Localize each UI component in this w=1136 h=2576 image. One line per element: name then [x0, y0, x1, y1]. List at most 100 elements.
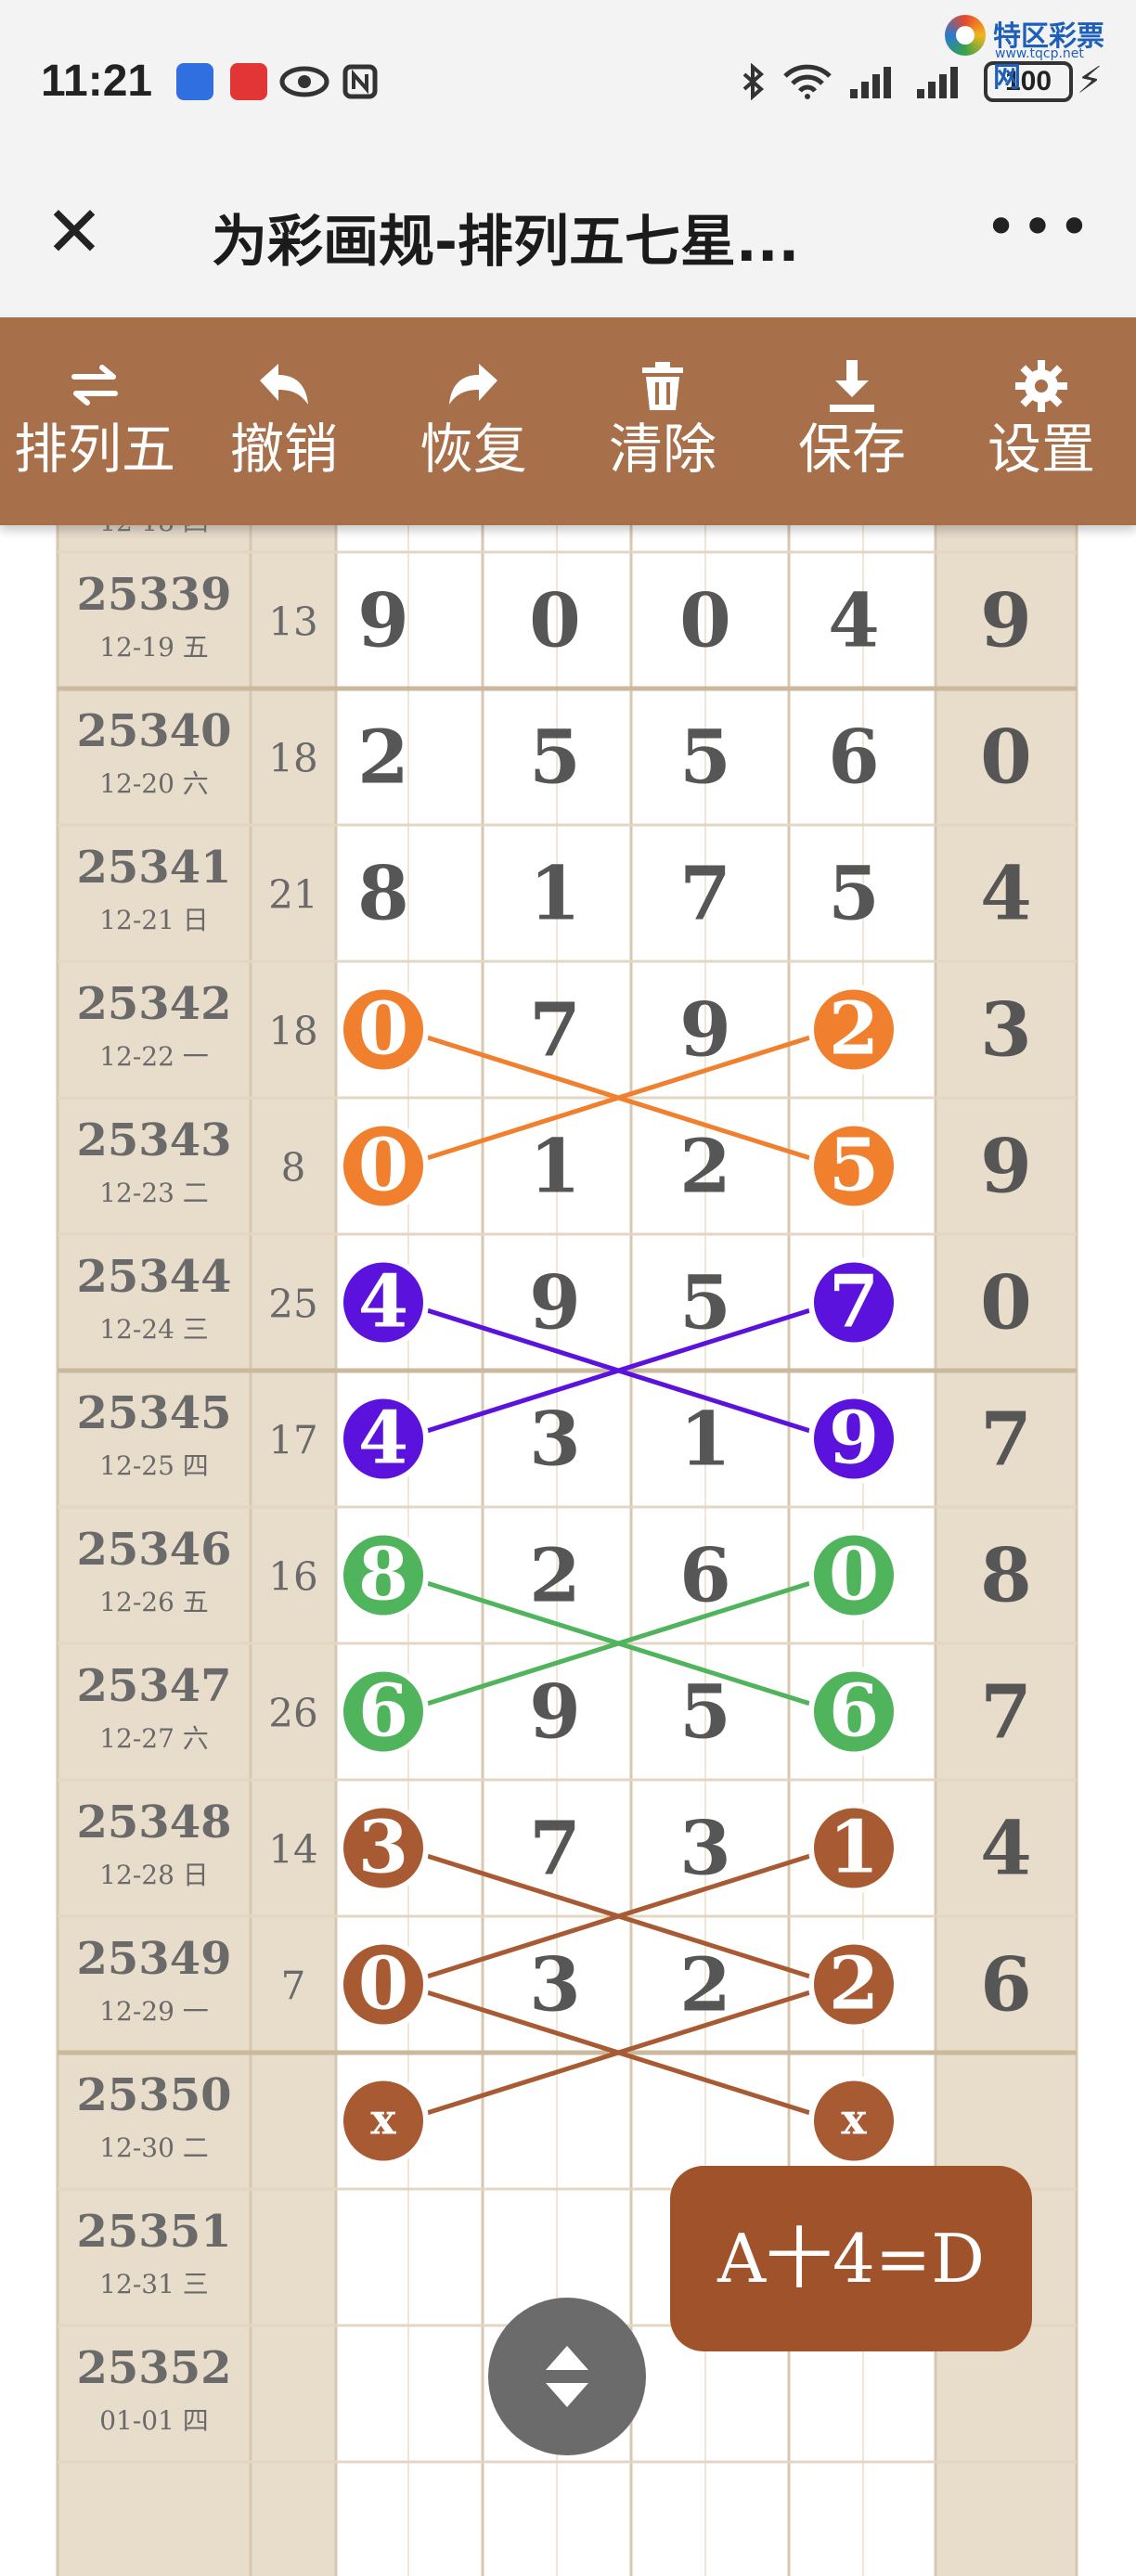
issue-date: 12-28 日	[99, 1860, 209, 1890]
issue-number: 25348	[77, 1797, 232, 1848]
highlight-digit: 4	[358, 1397, 408, 1481]
digit-cell: 5	[679, 1259, 731, 1346]
scroll-updown-icon	[546, 2346, 588, 2407]
sum-value: 21	[268, 872, 317, 918]
sum-value: 13	[268, 599, 317, 645]
last-digit-cell: 0	[980, 1259, 1032, 1346]
issue-date: 12-25 四	[99, 1450, 209, 1481]
issue-number: 25351	[77, 2206, 232, 2258]
digit-cell: 1	[529, 1123, 581, 1210]
digit-cell: 2	[679, 1123, 731, 1210]
highlight-digit: 2	[829, 987, 879, 1072]
last-digit-cell: 4	[980, 850, 1032, 937]
digit-cell: 9	[529, 1259, 581, 1346]
toolbar-clear-button[interactable]: 清除	[568, 317, 757, 525]
issue-number: 25352	[77, 2342, 232, 2394]
toolbar-save-label: 保存	[797, 418, 906, 481]
issue-date: 12-24 三	[99, 1314, 209, 1345]
issue-number: 25343	[77, 1114, 232, 1166]
highlight-digit: 9	[829, 1397, 879, 1481]
digit-cell: 2	[679, 1941, 731, 2029]
issue-date: 12-29 一	[99, 1996, 209, 2027]
highlight-digit: 6	[358, 1669, 408, 1754]
last-digit-cell: 4	[980, 1805, 1032, 1892]
digit-cell: 8	[357, 850, 409, 937]
highlight-digit: 3	[358, 1806, 408, 1890]
digit-cell: 3	[529, 1396, 581, 1483]
highlight-digit: 8	[358, 1533, 408, 1617]
sum-value: 14	[268, 1827, 317, 1873]
last-digit-cell: 7	[980, 1396, 1032, 1483]
sum-value: 25	[268, 1282, 317, 1327]
digit-cell: 6	[679, 1532, 731, 1619]
issue-date: 12-27 六	[99, 1723, 209, 1754]
sum-value: 18	[268, 736, 317, 781]
highlight-digit: 0	[358, 1942, 408, 2027]
last-digit-cell: 8	[980, 1532, 1032, 1619]
digit-cell: 5	[529, 714, 581, 801]
last-digit-cell: 9	[980, 577, 1032, 664]
issue-number: 25350	[77, 2069, 232, 2121]
issue-number: 25339	[77, 569, 232, 621]
toolbar-undo-label: 撤销	[229, 418, 338, 481]
digit-cell: 7	[679, 850, 731, 937]
highlight-digit: 6	[829, 1669, 879, 1754]
digit-cell: 5	[828, 850, 880, 937]
trash-icon	[642, 362, 683, 410]
highlight-digit: 0	[829, 1533, 879, 1617]
digit-cell: 9	[529, 1668, 581, 1756]
last-digit-cell: 0	[980, 714, 1032, 801]
issue-number: 25342	[77, 978, 232, 1030]
toolbar-undo-button[interactable]: 撤销	[189, 317, 379, 525]
issue-number: 25346	[77, 1524, 232, 1576]
digit-cell: 7	[529, 1805, 581, 1892]
toolbar: 排列五 撤销 恢复 清除 保存 设置	[0, 317, 1136, 525]
digit-cell: 0	[679, 577, 731, 664]
sum-value: 7	[281, 1964, 306, 2009]
toolbar-redo-label: 恢复	[419, 418, 527, 481]
issue-date: 12-22 一	[99, 1041, 209, 1072]
scroll-toggle-button[interactable]	[488, 2298, 646, 2455]
issue-date: 12-21 日	[99, 905, 209, 935]
issue-number: 25345	[77, 1387, 232, 1439]
digit-cell: 1	[679, 1396, 731, 1483]
digit-cell: 2	[529, 1532, 581, 1619]
last-digit-cell: 7	[980, 1668, 1032, 1756]
digit-cell: 2	[357, 714, 409, 801]
last-digit-cell: 9	[980, 1123, 1032, 1210]
sum-value: 16	[268, 1554, 317, 1600]
toolbar-redo-button[interactable]: 恢复	[379, 317, 568, 525]
issue-date: 12-20 六	[99, 768, 209, 799]
gear-icon	[1015, 360, 1067, 412]
digit-cell: 9	[679, 986, 731, 1074]
highlight-digit: x	[370, 2094, 396, 2145]
digit-cell: 1	[529, 850, 581, 937]
issue-date: 12-26 五	[99, 1587, 209, 1617]
highlight-digit: 1	[829, 1806, 879, 1890]
digit-cell: 4	[828, 577, 880, 664]
digit-cell: 3	[679, 1805, 731, 1892]
toolbar-save-button[interactable]: 保存	[757, 317, 947, 525]
undo-icon	[260, 364, 308, 405]
last-digit-cell: 6	[980, 1941, 1032, 2029]
toolbar-switch-game-button[interactable]: 排列五	[0, 317, 189, 525]
issue-date: 12-23 二	[99, 1178, 209, 1208]
issue-number: 25347	[77, 1660, 232, 1712]
swap-icon	[71, 365, 118, 406]
sum-value: 26	[268, 1691, 317, 1736]
sum-value: 8	[281, 1145, 306, 1191]
digit-cell: 3	[529, 1941, 581, 2029]
digit-cell: 5	[679, 1668, 731, 1756]
toolbar-switch-game-label: 排列五	[13, 418, 175, 481]
formula-badge[interactable]: A十4=D	[670, 2166, 1032, 2351]
digit-cell: 7	[529, 986, 581, 1074]
highlight-digit: 0	[358, 987, 408, 1072]
digit-cell: 5	[679, 714, 731, 801]
redo-icon	[449, 364, 497, 405]
toolbar-clear-label: 清除	[608, 418, 716, 481]
toolbar-settings-button[interactable]: 设置	[947, 317, 1136, 525]
issue-number: 25341	[77, 842, 232, 894]
issue-date: 12-19 五	[99, 632, 209, 663]
digit-cell: 6	[828, 714, 880, 801]
download-icon	[830, 360, 874, 412]
